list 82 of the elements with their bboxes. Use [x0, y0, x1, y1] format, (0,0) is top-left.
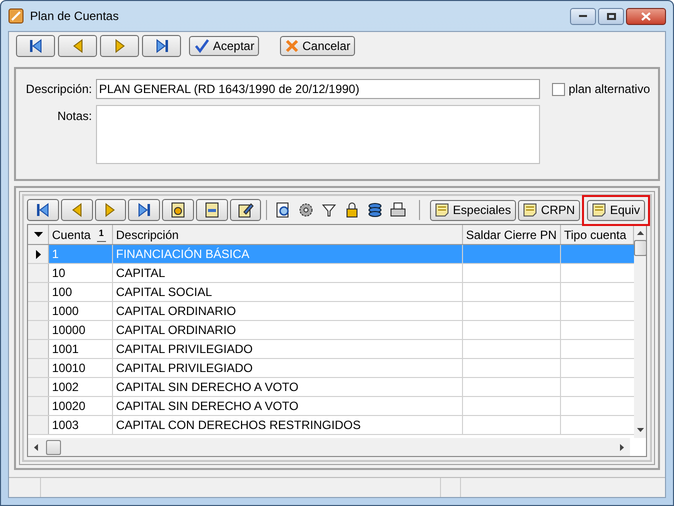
scroll-right-icon[interactable] [620, 444, 624, 450]
table-cell: 10000 [49, 321, 113, 339]
app-icon [8, 8, 24, 24]
row-pointer-icon [36, 250, 40, 258]
scroll-up-icon[interactable] [637, 231, 644, 235]
first-button[interactable] [16, 35, 55, 57]
first-button[interactable] [27, 199, 59, 221]
scroll-down-icon[interactable] [637, 428, 644, 432]
add-document-icon [168, 201, 187, 219]
stack-icon [366, 201, 384, 219]
vertical-scrollbar[interactable] [634, 225, 646, 438]
next-button[interactable] [100, 35, 139, 57]
note-icon [592, 203, 606, 217]
checkmark-icon [194, 39, 210, 53]
table-cell: CAPITAL ORDINARIO [113, 321, 463, 339]
grid-text-button[interactable]: Equiv [586, 200, 645, 220]
description-field[interactable]: PLAN GENERAL (RD 1643/1990 de 20/12/1990) [96, 79, 540, 99]
scroll-left-icon[interactable] [34, 444, 38, 450]
table-row[interactable]: 1002 CAPITAL SIN DERECHO A VOTO [28, 378, 634, 397]
remove-document-icon [202, 201, 221, 219]
table-row[interactable]: 1000 CAPITAL ORDINARIO [28, 302, 634, 321]
table-cell: CAPITAL CON DERECHOS RESTRINGIDOS [113, 416, 463, 434]
cancel-button[interactable]: Cancelar [280, 36, 356, 56]
table-cell: CAPITAL PRIVILEGIADO [113, 340, 463, 358]
close-icon [641, 12, 651, 20]
column-header[interactable]: Saldar Cierre PN [463, 225, 561, 244]
next-button[interactable] [94, 199, 126, 221]
alternative-checkbox[interactable] [552, 82, 565, 96]
table-row[interactable]: 1001 CAPITAL PRIVILEGIADO [28, 340, 634, 359]
table-cell: CAPITAL SOCIAL [113, 283, 463, 301]
last-button[interactable] [128, 199, 160, 221]
table-cell: 1 [49, 245, 113, 263]
note-icon [522, 203, 537, 217]
prev-button[interactable] [60, 199, 92, 221]
gear-icon [296, 201, 315, 219]
delete-button[interactable] [196, 199, 228, 221]
horizontal-scrollbar[interactable] [28, 438, 630, 456]
scroll-thumb[interactable] [46, 440, 61, 454]
note-icon [434, 203, 449, 217]
scroll-thumb[interactable] [634, 240, 646, 256]
table-row[interactable]: 10020 CAPITAL SIN DERECHO A VOTO [28, 397, 634, 416]
table-row[interactable]: 10010 CAPITAL PRIVILEGIADO [28, 359, 634, 378]
table-row[interactable]: 10 CAPITAL [28, 264, 634, 283]
prev-button[interactable] [58, 35, 97, 57]
table-row[interactable]: 1003 CAPITAL CON DERECHOS RESTRINGIDOS [28, 416, 634, 435]
window-title: Plan de Cuentas [30, 8, 119, 25]
column-header[interactable]: Cuenta 1 [49, 225, 113, 244]
table-cell: 1000 [49, 302, 113, 320]
table-cell: CAPITAL [113, 264, 463, 282]
dropdown-arrow-icon [34, 232, 42, 237]
table-cell: 10020 [49, 397, 113, 415]
alternative-label: plan alternativo [568, 81, 650, 98]
table-cell: 100 [49, 283, 113, 301]
table-cell: CAPITAL SIN DERECHO A VOTO [113, 378, 463, 396]
close-button[interactable] [626, 8, 666, 24]
accept-button[interactable]: Aceptar [189, 36, 260, 56]
table-cell: FINANCIACIÓN BÁSICA [113, 245, 463, 263]
table-cell: CAPITAL PRIVILEGIADO [113, 359, 463, 377]
edit-button[interactable] [230, 199, 262, 221]
grid-text-button[interactable]: CRPN [518, 200, 580, 220]
minimize-button[interactable] [570, 8, 596, 24]
notes-field[interactable] [96, 105, 540, 164]
table-cell: 1003 [49, 416, 113, 434]
column-header[interactable]: Descripción [113, 225, 463, 244]
table-cell: 1001 [49, 340, 113, 358]
edit-document-icon [236, 201, 254, 219]
cross-icon [285, 39, 300, 53]
printer-icon [389, 201, 408, 219]
maximize-button[interactable] [598, 8, 624, 24]
sort-indicator: 1 [96, 227, 106, 242]
table-cell: 10010 [49, 359, 113, 377]
last-button[interactable] [142, 35, 181, 57]
table-cell: 10 [49, 264, 113, 282]
table-row[interactable]: 100 CAPITAL SOCIAL [28, 283, 634, 302]
grid-text-button[interactable]: Especiales [430, 200, 516, 220]
description-label: Descripción: [24, 81, 92, 98]
table-cell: CAPITAL SIN DERECHO A VOTO [113, 397, 463, 415]
notes-label: Notas: [56, 108, 92, 125]
table-row[interactable]: 10000 CAPITAL ORDINARIO [28, 321, 634, 340]
table-cell: 1002 [49, 378, 113, 396]
add-button[interactable] [162, 199, 194, 221]
table-cell: CAPITAL ORDINARIO [113, 302, 463, 320]
